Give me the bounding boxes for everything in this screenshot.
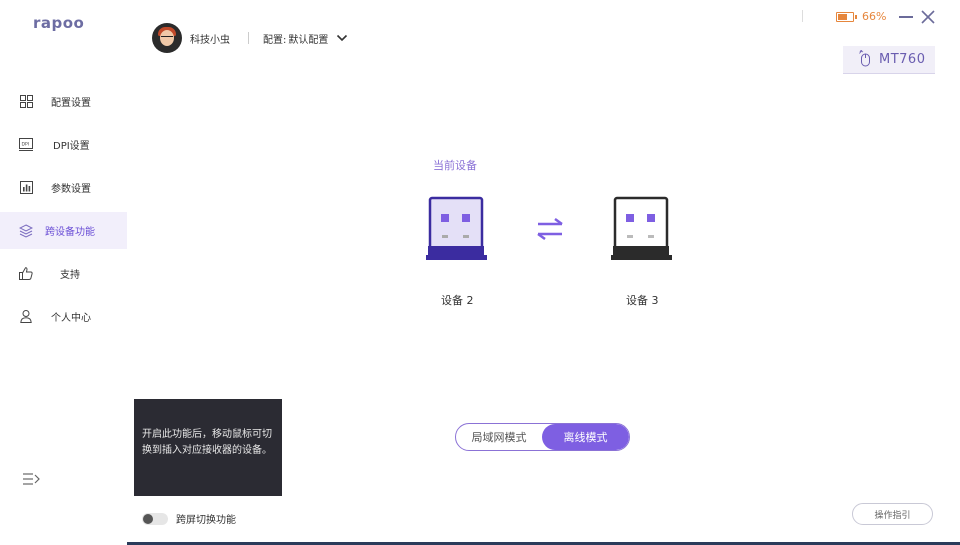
lan-mode-button[interactable]: 局域网模式 [456, 424, 542, 450]
swap-arrows-icon[interactable] [535, 217, 565, 241]
svg-text:DPI: DPI [22, 142, 30, 148]
sidebar-item-label: 个人中心 [51, 313, 91, 324]
close-icon[interactable] [920, 9, 936, 25]
usb-receiver-icon[interactable] [426, 196, 488, 262]
battery-icon [836, 11, 854, 22]
section-title: 当前设备 [433, 159, 477, 172]
device-a-label: 设备 2 [441, 294, 474, 307]
header-user: 科技小虫 配置: 默认配置 [152, 23, 348, 53]
minimize-button[interactable] [899, 16, 913, 18]
info-tooltip: 开启此功能后，移动鼠标可切换到插入对应接收器的设备。 [134, 399, 282, 496]
device-badge[interactable]: MT760 [843, 46, 935, 74]
layers-icon [19, 223, 33, 238]
sidebar-item-dpi[interactable]: DPI DPI设置 [0, 126, 127, 163]
sidebar-item-params[interactable]: 参数设置 [0, 169, 127, 206]
usb-receiver-icon[interactable] [610, 196, 672, 262]
sidebar: rapoo 配置设置 DPI DPI设置 参数设置 跨设备功能 支持 个人中心 [0, 0, 127, 545]
guide-button[interactable]: 操作指引 [852, 503, 933, 525]
sidebar-nav: 配置设置 DPI DPI设置 参数设置 跨设备功能 支持 个人中心 [0, 83, 127, 341]
cross-screen-toggle[interactable] [142, 512, 168, 525]
username: 科技小虫 [190, 34, 230, 46]
app-window: rapoo 配置设置 DPI DPI设置 参数设置 跨设备功能 支持 个人中心 … [0, 0, 960, 545]
header-divider [248, 32, 249, 44]
chart-icon [19, 181, 33, 195]
titlebar-divider [802, 10, 803, 22]
battery-indicator: 66% [836, 10, 886, 23]
user-icon [19, 310, 33, 324]
sidebar-item-label: 支持 [60, 270, 80, 281]
rapoo-logo: rapoo [33, 14, 85, 32]
toggle-label: 跨屏切换功能 [176, 515, 236, 526]
dpi-icon: DPI [19, 138, 33, 152]
device-b-label: 设备 3 [626, 294, 659, 307]
profile-dropdown[interactable]: 默认配置 [288, 31, 328, 46]
sidebar-item-cross-device[interactable]: 跨设备功能 [0, 212, 127, 249]
grid-icon [19, 95, 33, 109]
offline-mode-button[interactable]: 离线模式 [542, 424, 629, 450]
profile-label: 配置: [263, 34, 287, 46]
sidebar-item-support[interactable]: 支持 [0, 255, 127, 292]
avatar[interactable] [152, 23, 182, 53]
battery-percent: 66% [862, 10, 887, 23]
cross-screen-toggle-row: 跨屏切换功能 [142, 511, 236, 526]
mode-switch: 局域网模式 离线模式 [455, 423, 630, 451]
sidebar-item-config[interactable]: 配置设置 [0, 83, 127, 120]
sidebar-item-profile[interactable]: 个人中心 [0, 298, 127, 335]
thumbs-up-icon [19, 267, 33, 281]
sidebar-item-label: 配置设置 [51, 98, 91, 109]
device-name: MT760 [879, 52, 926, 67]
collapse-menu-icon[interactable] [22, 472, 40, 486]
mouse-icon [859, 49, 871, 70]
sidebar-item-label: DPI设置 [53, 141, 90, 152]
chevron-down-icon[interactable] [336, 32, 348, 44]
sidebar-item-label: 跨设备功能 [45, 227, 95, 238]
sidebar-item-label: 参数设置 [51, 184, 91, 195]
